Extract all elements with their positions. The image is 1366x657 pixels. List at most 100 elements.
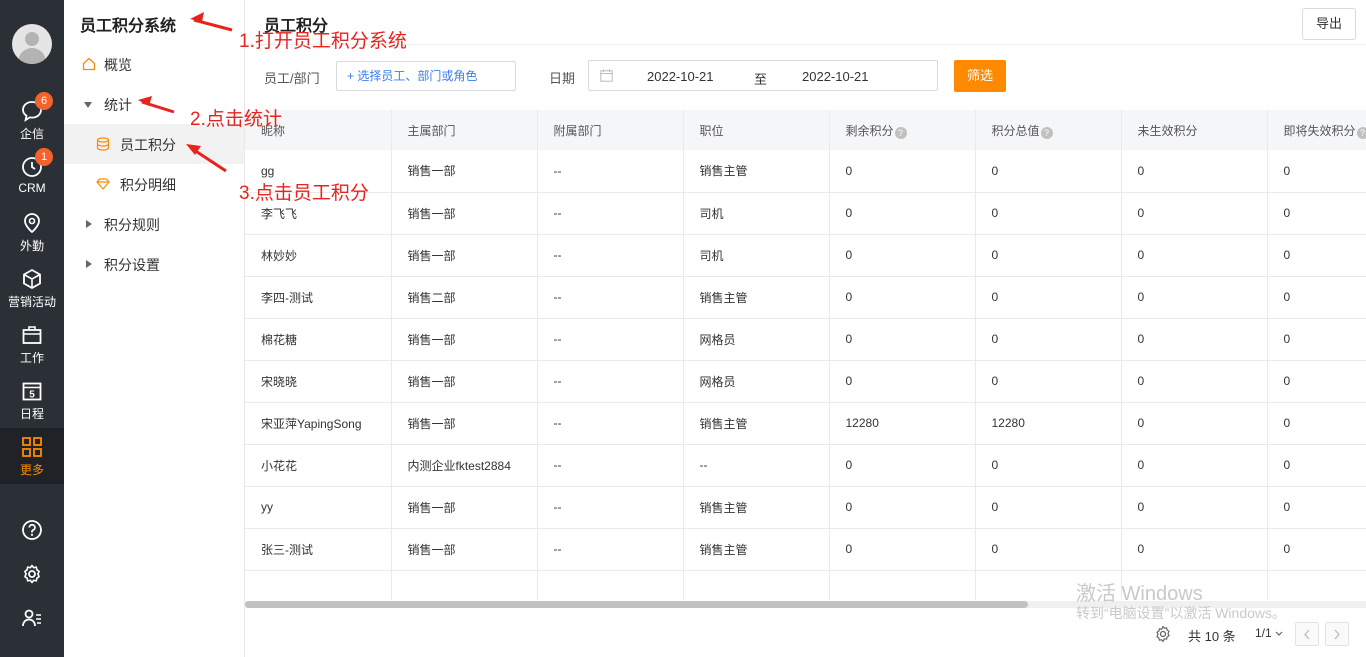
- table-cell: 0: [829, 234, 976, 277]
- table-cell: 12280: [975, 402, 1122, 445]
- svg-text:5: 5: [29, 390, 35, 401]
- table-cell: 0: [1121, 528, 1268, 571]
- table-row[interactable]: 林妙妙 销售一部 -- 司机 0 0 0 0: [245, 234, 1366, 277]
- date-range-picker[interactable]: 2022-10-21 至 2022-10-21: [588, 60, 938, 91]
- divider: [245, 44, 1366, 45]
- table-cell: 李四-测试: [245, 276, 392, 319]
- table-cell: --: [537, 402, 684, 445]
- table-cell: 销售主管: [683, 486, 830, 529]
- table-row[interactable]: 张三-测试 销售一部 -- 销售主管 0 0 0 0: [245, 528, 1366, 571]
- column-header[interactable]: 即将失效积分?: [1267, 110, 1366, 150]
- table-cell: --: [537, 486, 684, 529]
- briefcase-icon: [22, 326, 42, 344]
- table-cell: 0: [1267, 276, 1366, 319]
- sidebar-item-label: 员工积分: [120, 137, 176, 153]
- column-header[interactable]: 主属部门: [391, 110, 538, 150]
- rail-label: 工作: [19, 351, 44, 365]
- rail-item-crm[interactable]: 1 CRM: [0, 148, 64, 204]
- annotation-step2: 2.点击统计: [190, 109, 282, 130]
- table-row[interactable]: 李飞飞 销售一部 -- 司机 0 0 0 0: [245, 192, 1366, 235]
- annotation-arrow-icon: [186, 144, 227, 173]
- table-cell: 销售二部: [391, 276, 538, 319]
- help-icon[interactable]: ?: [1040, 126, 1053, 139]
- user-manage-button[interactable]: [0, 600, 64, 636]
- table-cell: 网格员: [683, 360, 830, 403]
- table-row[interactable]: yy 销售一部 -- 销售主管 0 0 0 0: [245, 486, 1366, 529]
- table-cell: 0: [975, 276, 1122, 319]
- scrollbar-thumb[interactable]: [245, 601, 1028, 608]
- table-cell: 0: [1121, 402, 1268, 445]
- sidebar-item-label: 概览: [104, 57, 132, 73]
- page-selector[interactable]: 1/1: [1255, 626, 1283, 640]
- next-page-button[interactable]: [1325, 622, 1349, 646]
- table-cell: 司机: [683, 192, 830, 235]
- table-cell: 0: [975, 360, 1122, 403]
- date-from[interactable]: 2022-10-21: [647, 69, 714, 84]
- table-row[interactable]: 李四-测试 销售二部 -- 销售主管 0 0 0 0: [245, 276, 1366, 319]
- sidebar-item-overview[interactable]: 概览: [64, 44, 244, 84]
- avatar[interactable]: [12, 24, 52, 64]
- table-cell: 0: [1267, 192, 1366, 235]
- column-header[interactable]: 未生效积分: [1121, 110, 1268, 150]
- column-header[interactable]: 职位: [683, 110, 830, 150]
- help-button[interactable]: [0, 512, 64, 548]
- export-button[interactable]: 导出: [1302, 8, 1356, 40]
- table-cell: 0: [975, 192, 1122, 235]
- column-header[interactable]: 剩余积分?: [829, 110, 976, 150]
- table-cell: 0: [975, 150, 1122, 193]
- rail-item-more[interactable]: 更多: [0, 428, 64, 484]
- table-header-row: 昵称 主属部门 附属部门 职位 剩余积分? 积分总值? 未生效积分 即将失效积分…: [245, 110, 1366, 150]
- help-icon[interactable]: ?: [1356, 126, 1366, 139]
- table-cell: 0: [829, 360, 976, 403]
- table-cell: [537, 570, 684, 600]
- table-cell: 宋晓晓: [245, 360, 392, 403]
- table-cell: 0: [829, 192, 976, 235]
- filter-button[interactable]: 筛选: [954, 60, 1006, 92]
- help-icon[interactable]: ?: [894, 126, 907, 139]
- settings-button[interactable]: [0, 556, 64, 592]
- table-cell: 0: [975, 318, 1122, 361]
- table-cell: 0: [1121, 276, 1268, 319]
- chevron-right-icon: [1334, 629, 1340, 640]
- rail-item-messages[interactable]: 6 企信: [0, 92, 64, 148]
- database-icon: [96, 137, 110, 151]
- table-cell: --: [537, 318, 684, 361]
- total-count: 共 10 条: [1188, 629, 1236, 644]
- activation-watermark-title: 激活 Windows: [1076, 583, 1203, 605]
- prev-page-button[interactable]: [1295, 622, 1319, 646]
- table-cell: 销售一部: [391, 528, 538, 571]
- sidebar-item-points-settings[interactable]: 积分设置: [64, 244, 244, 284]
- chevron-left-icon: [1304, 629, 1310, 640]
- gear-icon: [24, 564, 40, 584]
- table-row[interactable]: 宋亚萍YapingSong 销售一部 -- 销售主管 12280 12280 0 0: [245, 402, 1366, 445]
- table-cell: --: [683, 444, 830, 487]
- table-cell: 0: [829, 486, 976, 529]
- column-header[interactable]: 积分总值?: [975, 110, 1122, 150]
- column-header[interactable]: 附属部门: [537, 110, 684, 150]
- rail-item-work[interactable]: 工作: [0, 316, 64, 372]
- activation-watermark-text: 转到“电脑设置”以激活 Windows。: [1076, 605, 1287, 621]
- table-row[interactable]: 宋晓晓 销售一部 -- 网格员 0 0 0 0: [245, 360, 1366, 403]
- table-row[interactable]: 棉花糖 销售一部 -- 网格员 0 0 0 0: [245, 318, 1366, 361]
- rail-item-field-work[interactable]: 外勤: [0, 204, 64, 260]
- date-separator: 至: [754, 72, 768, 87]
- table-cell: 0: [1267, 486, 1366, 529]
- settings-icon[interactable]: [1154, 625, 1172, 643]
- date-to[interactable]: 2022-10-21: [802, 69, 869, 84]
- table-cell: 0: [1121, 486, 1268, 529]
- table-cell: 销售一部: [391, 360, 538, 403]
- sidebar-item-points-rules[interactable]: 积分规则: [64, 204, 244, 244]
- rail-label: 企信: [19, 127, 44, 141]
- table-cell: 0: [829, 318, 976, 361]
- employee-selector[interactable]: + 选择员工、部门或角色: [336, 61, 516, 91]
- location-pin-icon: [24, 213, 40, 234]
- rail-item-schedule[interactable]: 5 日程: [0, 372, 64, 428]
- table-row[interactable]: gg 销售一部 -- 销售主管 0 0 0 0: [245, 150, 1366, 193]
- table-cell: 销售一部: [391, 402, 538, 445]
- rail-label: 营销活动: [7, 295, 56, 309]
- table-cell: --: [537, 150, 684, 193]
- rail-item-marketing[interactable]: 营销活动: [0, 260, 64, 316]
- cube-icon: [23, 268, 41, 290]
- table-row[interactable]: 小花花 内测企业fktest2884 -- -- 0 0 0 0: [245, 444, 1366, 487]
- table-cell: 小花花: [245, 444, 392, 487]
